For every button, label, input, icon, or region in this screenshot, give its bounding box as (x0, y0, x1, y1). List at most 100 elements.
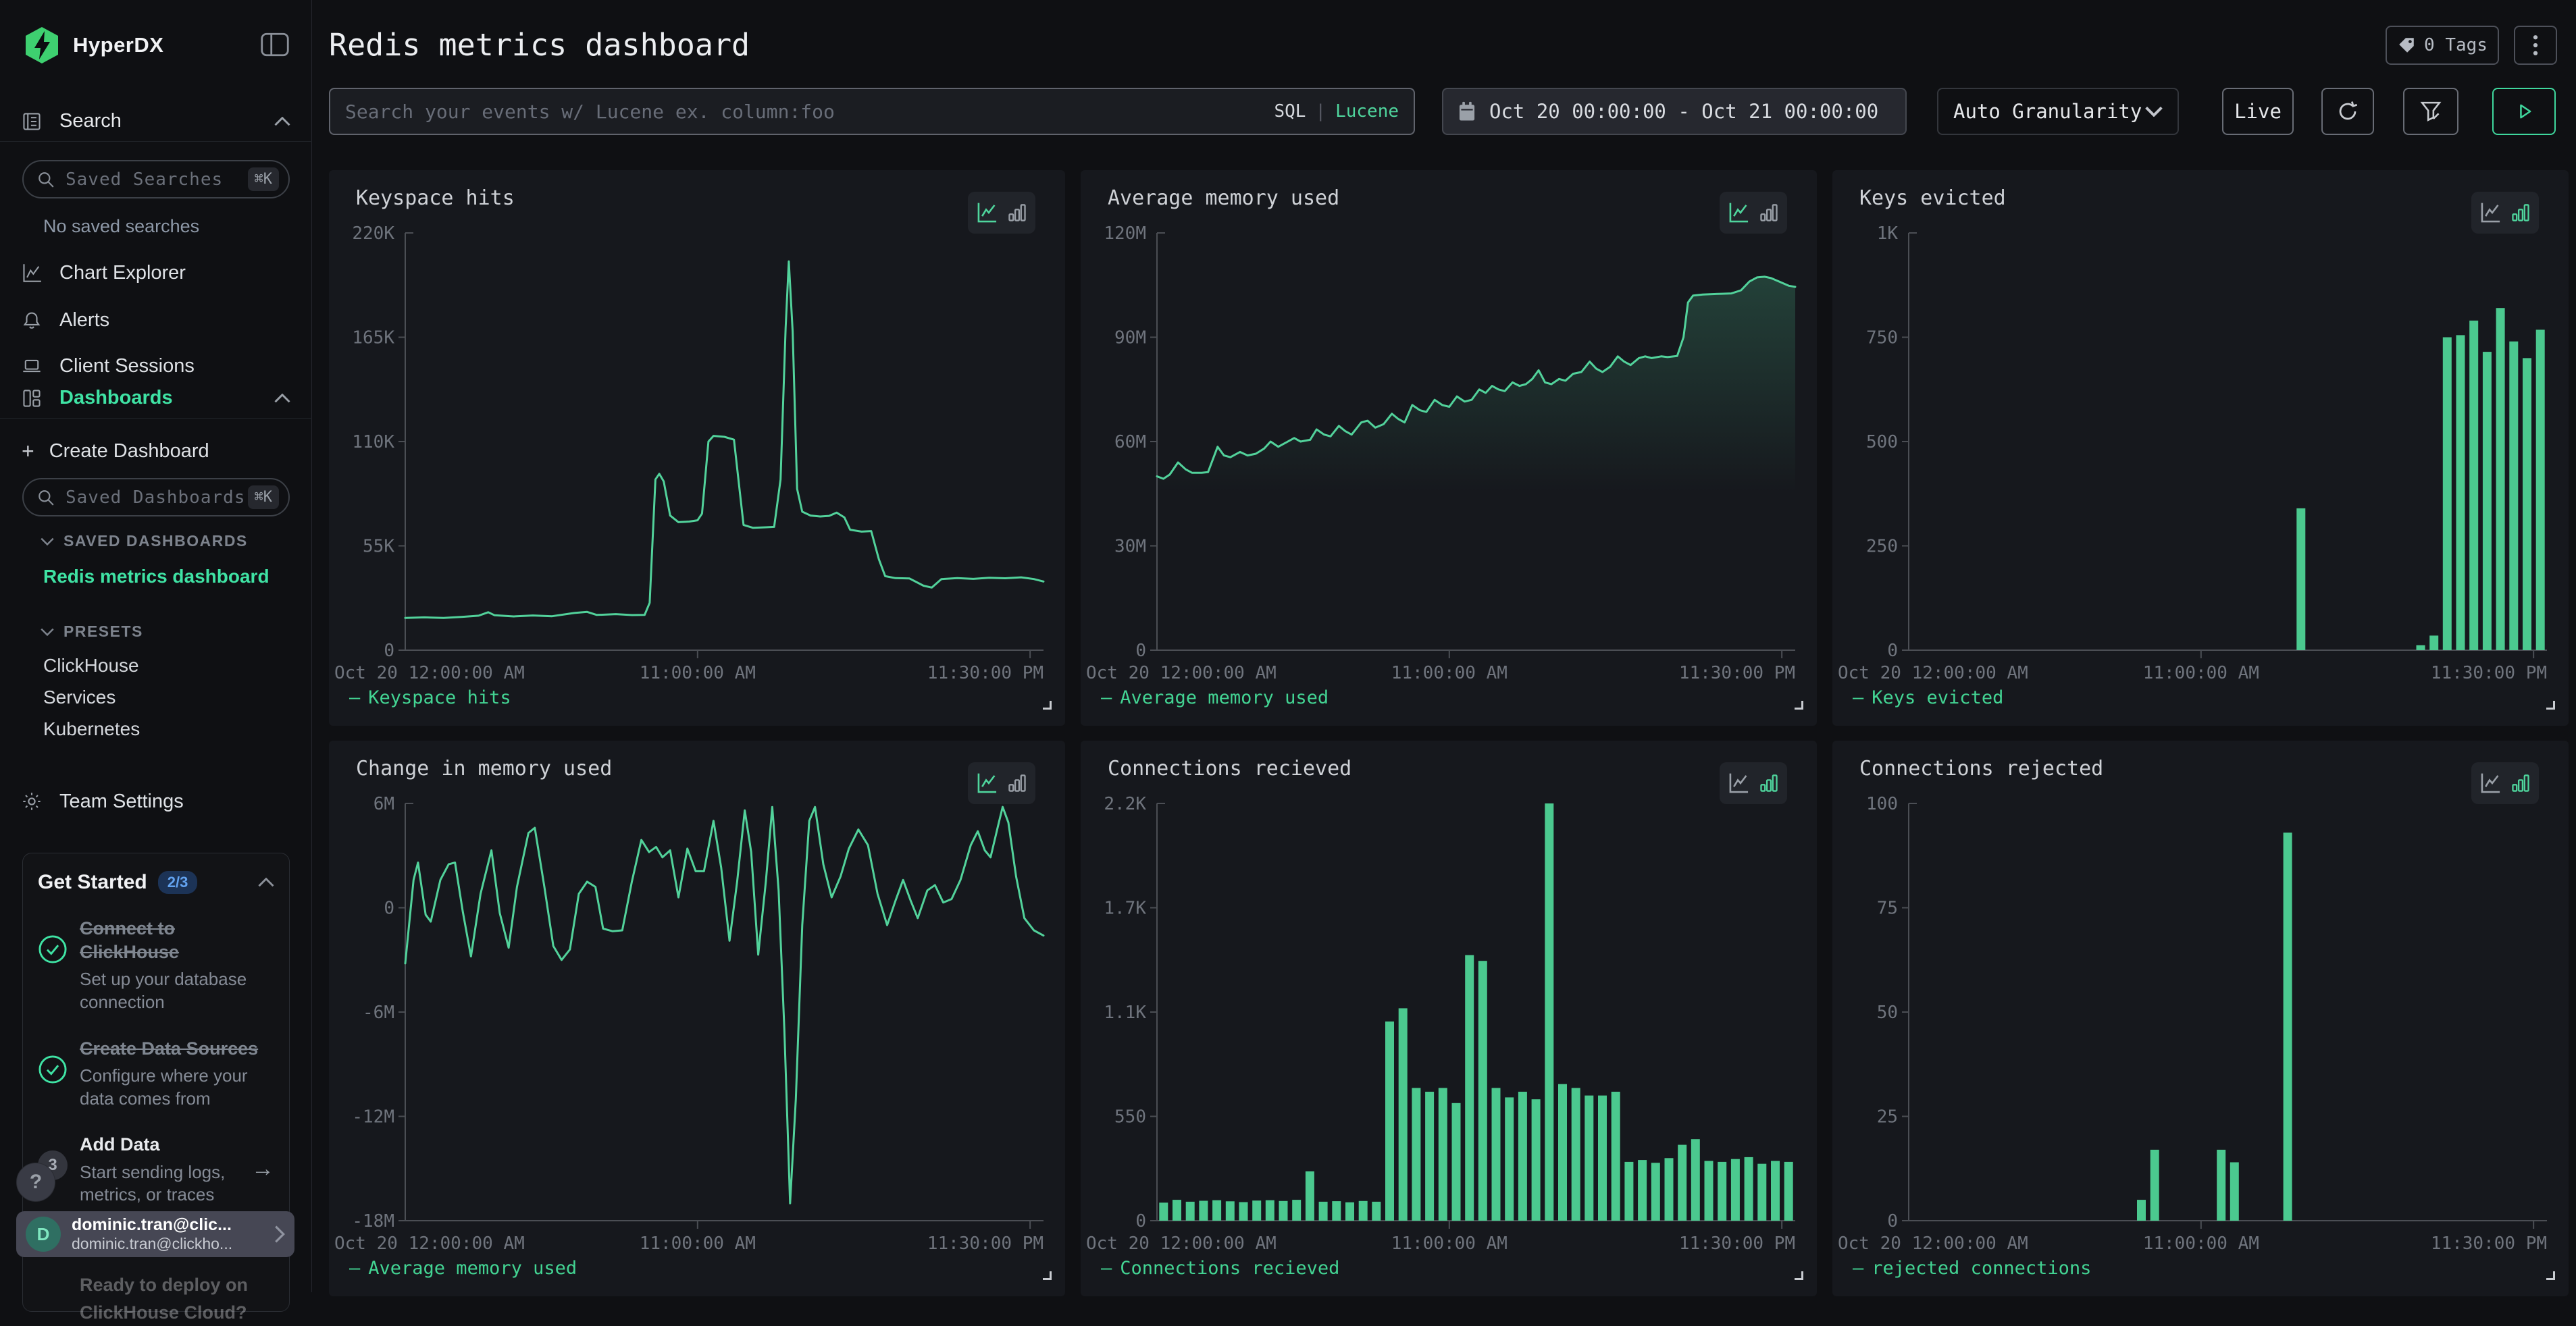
more-options-button[interactable] (2514, 26, 2557, 65)
sidebar-item-label: Alerts (59, 309, 109, 332)
arrow-right-icon: → (251, 1133, 274, 1206)
sidebar-item-label: Team Settings (59, 791, 184, 813)
get-started-item-subtitle: Configure where your data comes from (80, 1065, 274, 1111)
create-dashboard-button[interactable]: + Create Dashboard (0, 435, 312, 467)
sidebar-section-search[interactable]: Search (0, 101, 312, 142)
brand-name: HyperDX (73, 33, 163, 57)
plus-icon: + (22, 439, 34, 464)
user-name: dominic.tran@clic... (72, 1215, 232, 1235)
chevron-down-icon (41, 537, 54, 546)
play-button[interactable] (2492, 88, 2556, 135)
resize-handle[interactable] (1043, 701, 1052, 710)
get-started-progress-badge: 2/3 (158, 871, 198, 894)
chevron-up-icon[interactable] (258, 878, 274, 887)
chart-legend: —rejected connections (1853, 1258, 2091, 1279)
get-started-item-title: Connect to ClickHouse (80, 917, 274, 964)
saved-dashboards-group[interactable]: SAVED DASHBOARDS (41, 532, 248, 550)
svg-text:Oct 20 12:00:00 AM: Oct 20 12:00:00 AM (334, 663, 525, 683)
no-saved-searches-text: No saved searches (43, 216, 199, 237)
svg-text:11:00:00 AM: 11:00:00 AM (2143, 663, 2259, 683)
legend-label: Average memory used (1120, 687, 1329, 708)
chart-panel: Keyspace hits 220K165K110K55K0Oct 20 12:… (329, 170, 1065, 726)
chart-panel: Connections rejected 1007550250Oct 20 12… (1832, 741, 2569, 1296)
magnifier-icon (37, 171, 55, 188)
dashboards-icon (22, 388, 42, 408)
svg-text:250: 250 (1866, 537, 1898, 557)
legend-label: Keys evicted (1872, 687, 2003, 708)
date-range-input[interactable]: Oct 20 00:00:00 - Oct 21 00:00:00 (1442, 88, 1907, 135)
lucene-mode-toggle[interactable]: Lucene (1335, 101, 1399, 122)
get-started-item-sources[interactable]: Create Data Sources Configure where your… (38, 1037, 274, 1111)
page-title: Redis metrics dashboard (329, 27, 750, 63)
granularity-select[interactable]: Auto Granularity (1937, 88, 2179, 135)
help-button[interactable]: ? (16, 1163, 55, 1202)
get-started-title: Get Started (38, 871, 147, 894)
svg-text:11:30:00 PM: 11:30:00 PM (2431, 663, 2547, 683)
svg-text:-12M: -12M (352, 1107, 394, 1128)
user-menu[interactable]: D dominic.tran@clic... dominic.tran@clic… (16, 1211, 294, 1257)
main-content: Redis metrics dashboard 0 Tags Search yo… (313, 0, 2576, 1292)
refresh-icon (2336, 99, 2360, 124)
chart-plot: 220K165K110K55K0Oct 20 12:00:00 AM11:00:… (329, 170, 1065, 683)
granularity-value: Auto Granularity (1953, 100, 2142, 123)
svg-text:220K: 220K (352, 223, 394, 244)
sidebar-item-services[interactable]: Services (43, 687, 115, 708)
sidebar-item-alerts[interactable]: Alerts (0, 304, 312, 336)
svg-text:25: 25 (1877, 1107, 1898, 1128)
sidebar-item-chart-explorer[interactable]: Chart Explorer (0, 257, 312, 289)
sidebar-item-label: Client Sessions (59, 355, 195, 377)
event-search-input[interactable]: Search your events w/ Lucene ex. column:… (329, 88, 1415, 135)
chart-panel: Change in memory used 6M0-6M-12M-18MOct … (329, 741, 1065, 1296)
resize-handle[interactable] (2546, 1271, 2555, 1280)
mode-divider: | (1315, 101, 1326, 122)
svg-text:2.2K: 2.2K (1104, 794, 1146, 814)
svg-text:100: 100 (1866, 794, 1898, 814)
get-started-item-add-data[interactable]: 3 Add Data Start sending logs, metrics, … (38, 1133, 274, 1206)
chart-legend: —Keys evicted (1853, 687, 2003, 708)
sidebar-collapse-button[interactable] (259, 30, 290, 61)
chart-panel: Keys evicted 1K7505002500Oct 20 12:00:00… (1832, 170, 2569, 726)
get-started-item-subtitle: Set up your database connection (80, 968, 274, 1014)
legend-label: Keyspace hits (368, 687, 511, 708)
chart-panel: Connections recieved 2.2K1.7K1.1K5500Oct… (1081, 741, 1817, 1296)
sidebar-item-team-settings[interactable]: Team Settings (0, 785, 312, 818)
sidebar-item-clickhouse[interactable]: ClickHouse (43, 655, 139, 677)
resize-handle[interactable] (2546, 701, 2555, 710)
resize-handle[interactable] (1043, 1271, 1052, 1280)
sidebar-section-dashboards[interactable]: Dashboards (0, 378, 312, 419)
chart-plot: 6M0-6M-12M-18MOct 20 12:00:00 AM11:00:00… (329, 741, 1065, 1254)
sidebar-item-kubernetes[interactable]: Kubernetes (43, 718, 140, 740)
sql-mode-toggle[interactable]: SQL (1274, 101, 1306, 122)
presets-group[interactable]: PRESETS (41, 622, 143, 641)
svg-text:11:30:00 PM: 11:30:00 PM (2431, 1234, 2547, 1254)
chart-explorer-icon (22, 263, 42, 283)
live-button[interactable]: Live (2222, 88, 2294, 135)
get-started-item-connect[interactable]: Connect to ClickHouse Set up your databa… (38, 917, 274, 1014)
dashboards-section-label: Dashboards (59, 387, 173, 409)
legend-swatch: — (349, 1258, 360, 1279)
chart-plot: 1007550250Oct 20 12:00:00 AM11:00:00 AM1… (1832, 741, 2569, 1254)
filter-button[interactable] (2403, 88, 2458, 135)
sidebar-item-client-sessions[interactable]: Client Sessions (0, 350, 312, 382)
svg-text:0: 0 (384, 899, 394, 919)
svg-text:120M: 120M (1104, 223, 1146, 244)
svg-text:0: 0 (1887, 1211, 1898, 1231)
get-started-item-title: Create Data Sources (80, 1037, 274, 1061)
bell-icon (22, 310, 42, 330)
svg-text:1.1K: 1.1K (1104, 1003, 1146, 1023)
svg-text:-6M: -6M (363, 1003, 394, 1023)
tags-button[interactable]: 0 Tags (2386, 26, 2499, 65)
legend-swatch: — (1853, 1258, 1863, 1279)
sidebar-item-redis-dashboard[interactable]: Redis metrics dashboard (43, 566, 269, 587)
check-circle-icon (38, 917, 68, 1014)
chevron-right-icon (274, 1225, 285, 1243)
resize-handle[interactable] (1795, 1271, 1803, 1280)
saved-dashboards-input[interactable]: Saved Dashboards ⌘K (22, 478, 290, 516)
chart-panel: Average memory used 120M90M60M30M0Oct 20… (1081, 170, 1817, 726)
svg-text:Oct 20 12:00:00 AM: Oct 20 12:00:00 AM (1838, 1234, 2028, 1254)
resize-handle[interactable] (1795, 701, 1803, 710)
svg-text:6M: 6M (373, 794, 394, 814)
legend-swatch: — (1101, 1258, 1112, 1279)
refresh-button[interactable] (2321, 88, 2374, 135)
saved-searches-input[interactable]: Saved Searches ⌘K (22, 160, 290, 198)
